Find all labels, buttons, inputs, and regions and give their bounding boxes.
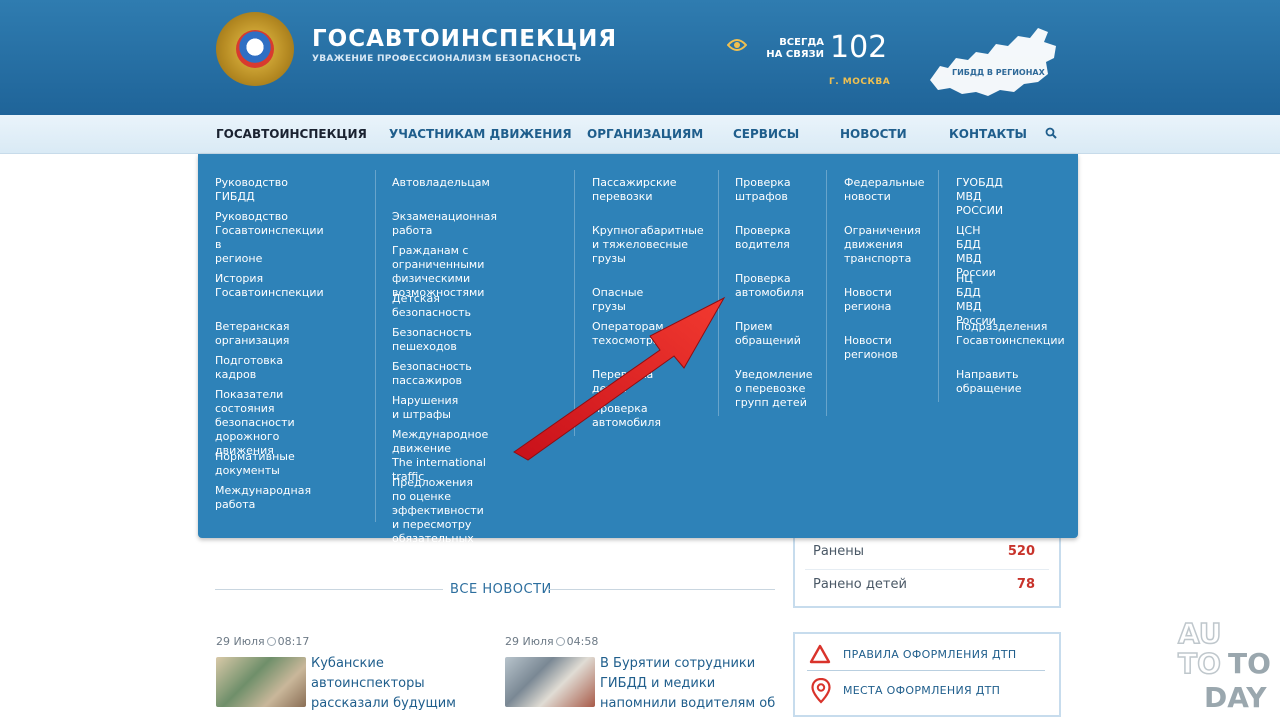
search-icon[interactable] — [1045, 127, 1057, 139]
news-title-1[interactable]: Кубанские автоинспекторы рассказали буду… — [311, 654, 456, 714]
city-selector[interactable]: Г. МОСКВА — [829, 77, 890, 87]
clock-icon — [266, 637, 276, 646]
menu-link[interactable]: Предложения по оценке эффективности и пе… — [392, 476, 484, 560]
news-thumbnail-2[interactable] — [505, 657, 595, 707]
always-online-label: ВСЕГДА НА СВЯЗИ — [764, 37, 824, 61]
emblem-logo[interactable] — [216, 12, 294, 86]
menu-column-separator — [938, 170, 939, 402]
nav-item-news[interactable]: НОВОСТИ — [840, 127, 907, 141]
eye-icon[interactable] — [727, 38, 747, 52]
dtp-links-box: ПРАВИЛА ОФОРМЛЕНИЯ ДТП МЕСТА ОФОРМЛЕНИЯ … — [793, 632, 1061, 717]
menu-link[interactable]: ГУОБДД МВД РОССИИ — [956, 176, 1003, 218]
menu-link[interactable]: Уведомление о перевозке групп детей — [735, 368, 813, 410]
menu-link[interactable]: Международная работа — [215, 484, 311, 512]
menu-link[interactable]: Детская безопасность — [392, 292, 471, 320]
links-divider — [807, 670, 1045, 671]
menu-link[interactable]: Нормативные документы — [215, 450, 295, 478]
page: ГОСАВТОИНСПЕКЦИЯ УВАЖЕНИЕ ПРОФЕССИОНАЛИЗ… — [0, 0, 1280, 717]
stat-children-value: 78 — [1016, 577, 1035, 592]
menu-link[interactable]: Автовладельцам — [392, 176, 490, 190]
news-date-1-day: 29 Июля — [216, 635, 265, 648]
menu-link[interactable]: Безопасность пешеходов — [392, 326, 472, 354]
news-date-2-day: 29 Июля — [505, 635, 554, 648]
brand-subtitle: УВАЖЕНИЕ ПРОФЕССИОНАЛИЗМ БЕЗОПАСНОСТЬ — [312, 54, 582, 64]
menu-link[interactable]: Показатели состояния безопасности дорожн… — [215, 388, 295, 458]
menu-link[interactable]: Ограничения движения транспорта — [844, 224, 921, 266]
menu-link[interactable]: Пассажирские перевозки — [592, 176, 677, 204]
nav-item-contacts[interactable]: КОНТАКТЫ — [949, 127, 1027, 141]
menu-link[interactable]: Нарушения и штрафы — [392, 394, 458, 422]
all-news-link[interactable]: ВСЕ НОВОСТИ — [450, 582, 552, 597]
clock-icon — [555, 637, 565, 646]
menu-link[interactable]: Руководство Госавтоинспекции в регионе — [215, 210, 324, 266]
menu-link[interactable]: Крупногабаритные и тяжеловесные грузы — [592, 224, 704, 266]
hotline-number[interactable]: 102 — [830, 30, 887, 65]
news-thumbnail-1[interactable] — [216, 657, 306, 707]
nav-item-participants[interactable]: УЧАСТНИКАМ ДВИЖЕНИЯ — [389, 127, 572, 141]
stat-children-label: Ранено детей — [813, 577, 907, 592]
nav-item-gosavtoinspekciya[interactable]: ГОСАВТОИНСПЕКЦИЯ — [216, 127, 367, 141]
menu-link[interactable]: Подразделения Госавтоинспекции — [956, 320, 1065, 348]
menu-link[interactable]: Проверка штрафов — [735, 176, 791, 204]
autotoday-watermark: AU TO TO DAY — [1177, 616, 1271, 714]
brand-title[interactable]: ГОСАВТОИНСПЕКЦИЯ — [312, 26, 617, 52]
news-date-1: 29 Июля 08:17 — [216, 635, 309, 648]
menu-link[interactable]: Направить обращение — [956, 368, 1021, 396]
news-divider-right — [548, 589, 775, 590]
dtp-rules-link[interactable]: ПРАВИЛА ОФОРМЛЕНИЯ ДТП — [843, 648, 1016, 661]
menu-link[interactable]: Экзаменационная работа — [392, 210, 497, 238]
menu-column-separator — [375, 170, 376, 522]
stat-injured-label: Ранены — [813, 544, 865, 559]
news-date-1-time: 08:17 — [277, 635, 310, 648]
location-pin-icon — [811, 678, 831, 704]
news-title-2[interactable]: В Бурятии сотрудники ГИБДД и медики напо… — [600, 654, 775, 714]
stat-injured-value: 520 — [1007, 544, 1035, 559]
dtp-places-link[interactable]: МЕСТА ОФОРМЛЕНИЯ ДТП — [843, 684, 1000, 697]
watermark-line-3: DAY — [1204, 681, 1267, 714]
menu-link[interactable]: Проверка автомобиля — [735, 272, 804, 300]
menu-link[interactable]: Проверка водителя — [735, 224, 791, 252]
menu-link[interactable]: Руководство ГИБДД — [215, 176, 288, 204]
always-line-2: НА СВЯЗИ — [766, 49, 824, 60]
always-line-1: ВСЕГДА — [779, 37, 824, 48]
menu-link[interactable]: История Госавтоинспекции — [215, 272, 324, 300]
menu-link[interactable]: Федеральные новости — [844, 176, 925, 204]
site-header: ГОСАВТОИНСПЕКЦИЯ УВАЖЕНИЕ ПРОФЕССИОНАЛИЗ… — [0, 0, 1280, 115]
news-divider-left — [215, 589, 443, 590]
watermark-line-1: AU — [1178, 617, 1222, 650]
watermark-line-2b: TO — [1228, 647, 1271, 680]
menu-link[interactable]: Подготовка кадров — [215, 354, 283, 382]
watermark-line-2a: TO — [1178, 647, 1221, 680]
annotation-arrow — [513, 296, 726, 461]
nav-item-services[interactable]: СЕРВИСЫ — [733, 127, 799, 141]
nav-item-organizations[interactable]: ОРГАНИЗАЦИЯМ — [587, 127, 703, 141]
menu-link[interactable]: Новости регионов — [844, 334, 898, 362]
stat-divider — [805, 569, 1049, 570]
russia-map-icon[interactable] — [926, 22, 1062, 100]
warning-triangle-icon — [809, 644, 831, 664]
news-date-2: 29 Июля 04:58 — [505, 635, 598, 648]
news-date-2-time: 04:58 — [566, 635, 599, 648]
menu-link[interactable]: Безопасность пассажиров — [392, 360, 472, 388]
menu-link[interactable]: Новости региона — [844, 286, 892, 314]
menu-link[interactable]: Прием обращений — [735, 320, 801, 348]
main-nav: ГОСАВТОИНСПЕКЦИЯ УЧАСТНИКАМ ДВИЖЕНИЯ ОРГ… — [0, 115, 1280, 154]
menu-column-separator — [826, 170, 827, 416]
accident-stats: Ранены 520 Ранено детей 78 — [793, 536, 1061, 608]
regions-label[interactable]: ГИБДД В РЕГИОНАХ — [952, 68, 1045, 77]
menu-link[interactable]: Ветеранская организация — [215, 320, 289, 348]
emblem-shield — [236, 30, 274, 68]
